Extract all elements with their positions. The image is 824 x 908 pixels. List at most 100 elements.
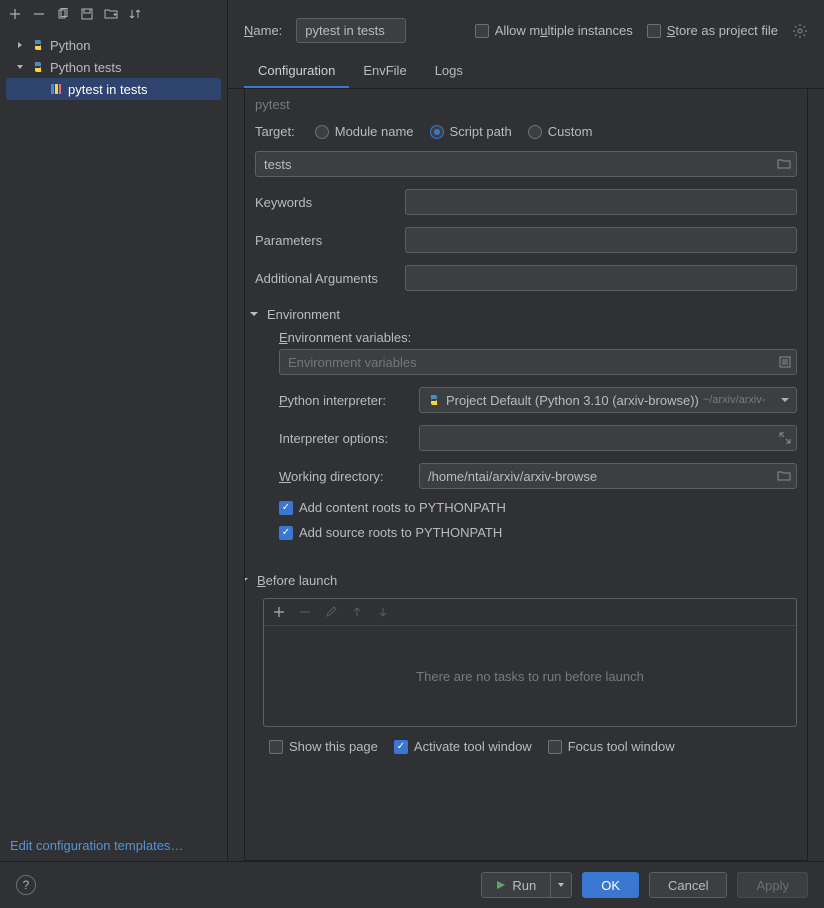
- sidebar: Python Python tests pytest in tests Edit…: [0, 0, 228, 861]
- name-input[interactable]: [296, 18, 406, 43]
- checkbox-icon: [269, 740, 283, 754]
- checkbox-icon: [279, 501, 293, 515]
- save-icon[interactable]: [78, 5, 96, 23]
- header-row: Name: Allow multiple instances Store as …: [228, 0, 824, 55]
- checkbox-icon: [647, 24, 661, 38]
- radio-custom[interactable]: Custom: [528, 124, 593, 139]
- env-vars-label: Environment variables:: [269, 326, 807, 349]
- run-dropdown[interactable]: [551, 873, 571, 897]
- edit-templates-link[interactable]: Edit configuration templates…: [10, 838, 183, 853]
- list-icon[interactable]: [779, 356, 791, 368]
- before-launch-header[interactable]: Before launch: [244, 563, 807, 592]
- target-label: Target:: [255, 124, 295, 139]
- chevron-down-icon: [249, 309, 261, 321]
- target-input[interactable]: [255, 151, 797, 177]
- checkbox-icon: [394, 740, 408, 754]
- env-vars-input[interactable]: [279, 349, 797, 375]
- content-panel: Name: Allow multiple instances Store as …: [228, 0, 824, 861]
- footer-checks: Show this page Activate tool window Focu…: [245, 727, 807, 758]
- tab-envfile[interactable]: EnvFile: [349, 55, 420, 88]
- interpreter-select[interactable]: Project Default (Python 3.10 (arxiv-brow…: [419, 387, 797, 413]
- down-icon: [374, 603, 392, 621]
- workdir-row: Working directory:: [269, 457, 807, 495]
- keywords-label: Keywords: [255, 195, 395, 210]
- target-radio-group: Module name Script path Custom: [315, 124, 593, 139]
- parameters-label: Parameters: [255, 233, 395, 248]
- source-roots-checkbox[interactable]: Add source roots to PYTHONPATH: [279, 525, 502, 540]
- expand-icon[interactable]: [779, 432, 791, 444]
- python-icon: [30, 37, 46, 53]
- chevron-down-icon: [780, 395, 790, 405]
- additional-args-row: Additional Arguments: [245, 259, 807, 297]
- parameters-row: Parameters: [245, 221, 807, 259]
- config-tree: Python Python tests pytest in tests: [0, 28, 227, 830]
- activate-tool-checkbox[interactable]: Activate tool window: [394, 739, 532, 754]
- add-icon[interactable]: [6, 5, 24, 23]
- help-button[interactable]: ?: [16, 875, 36, 895]
- show-page-checkbox[interactable]: Show this page: [269, 739, 378, 754]
- interp-options-row: Interpreter options:: [269, 419, 807, 457]
- folder-icon[interactable]: [102, 5, 120, 23]
- sort-icon[interactable]: [126, 5, 144, 23]
- remove-icon[interactable]: [30, 5, 48, 23]
- gear-icon[interactable]: [792, 23, 808, 39]
- add-icon[interactable]: [270, 603, 288, 621]
- allow-multiple-checkbox[interactable]: Allow multiple instances: [475, 23, 633, 38]
- chevron-down-icon: [14, 61, 26, 73]
- chevron-down-icon: [244, 575, 251, 587]
- interpreter-label: Python interpreter:: [279, 393, 409, 408]
- up-icon: [348, 603, 366, 621]
- additional-args-label: Additional Arguments: [255, 271, 395, 286]
- folder-icon[interactable]: [777, 158, 791, 170]
- tree-label: Python: [50, 38, 90, 53]
- focus-tool-checkbox[interactable]: Focus tool window: [548, 739, 675, 754]
- before-launch-box: There are no tasks to run before launch: [263, 598, 797, 727]
- tree-item-python[interactable]: Python: [0, 34, 227, 56]
- checkbox-label: Allow multiple instances: [495, 23, 633, 38]
- sidebar-toolbar: [0, 0, 227, 28]
- pytest-icon: [48, 81, 64, 97]
- target-input-row: [245, 145, 807, 183]
- environment-section-header[interactable]: Environment: [245, 297, 807, 326]
- tree-item-python-tests[interactable]: Python tests: [0, 56, 227, 78]
- workdir-input[interactable]: [419, 463, 797, 489]
- checkbox-icon: [475, 24, 489, 38]
- cancel-button[interactable]: Cancel: [649, 872, 727, 898]
- remove-icon: [296, 603, 314, 621]
- additional-args-input[interactable]: [405, 265, 797, 291]
- checkbox-label: Store as project file: [667, 23, 778, 38]
- tabs: Configuration EnvFile Logs: [228, 55, 824, 89]
- interp-options-label: Interpreter options:: [279, 431, 409, 446]
- tab-configuration[interactable]: Configuration: [244, 55, 349, 88]
- edit-icon: [322, 603, 340, 621]
- store-project-checkbox[interactable]: Store as project file: [647, 23, 778, 38]
- radio-module-name[interactable]: Module name: [315, 124, 414, 139]
- tree-item-pytest-in-tests[interactable]: pytest in tests: [6, 78, 221, 100]
- ok-button[interactable]: OK: [582, 872, 639, 898]
- copy-icon[interactable]: [54, 5, 72, 23]
- before-launch-toolbar: [264, 599, 796, 626]
- pytest-title: pytest: [245, 89, 807, 118]
- python-icon: [426, 392, 442, 408]
- interp-options-input[interactable]: [419, 425, 797, 451]
- keywords-row: Keywords: [245, 183, 807, 221]
- run-button[interactable]: Run: [481, 872, 572, 898]
- name-label: Name:: [244, 23, 282, 38]
- form-panel: pytest Target: Module name Script path C…: [244, 89, 808, 861]
- before-launch-empty: There are no tasks to run before launch: [264, 626, 796, 726]
- parameters-input[interactable]: [405, 227, 797, 253]
- tree-label: pytest in tests: [68, 82, 147, 97]
- keywords-input[interactable]: [405, 189, 797, 215]
- checkbox-icon: [548, 740, 562, 754]
- tab-logs[interactable]: Logs: [421, 55, 477, 88]
- target-row: Target: Module name Script path Custom: [245, 118, 807, 145]
- content-roots-checkbox[interactable]: Add content roots to PYTHONPATH: [279, 500, 506, 515]
- radio-script-path[interactable]: Script path: [430, 124, 512, 139]
- workdir-label: Working directory:: [279, 469, 409, 484]
- folder-icon[interactable]: [777, 470, 791, 482]
- chevron-right-icon: [14, 39, 26, 51]
- tree-label: Python tests: [50, 60, 122, 75]
- checkbox-icon: [279, 526, 293, 540]
- play-icon: [496, 880, 506, 890]
- interpreter-row: Python interpreter: Project Default (Pyt…: [269, 381, 807, 419]
